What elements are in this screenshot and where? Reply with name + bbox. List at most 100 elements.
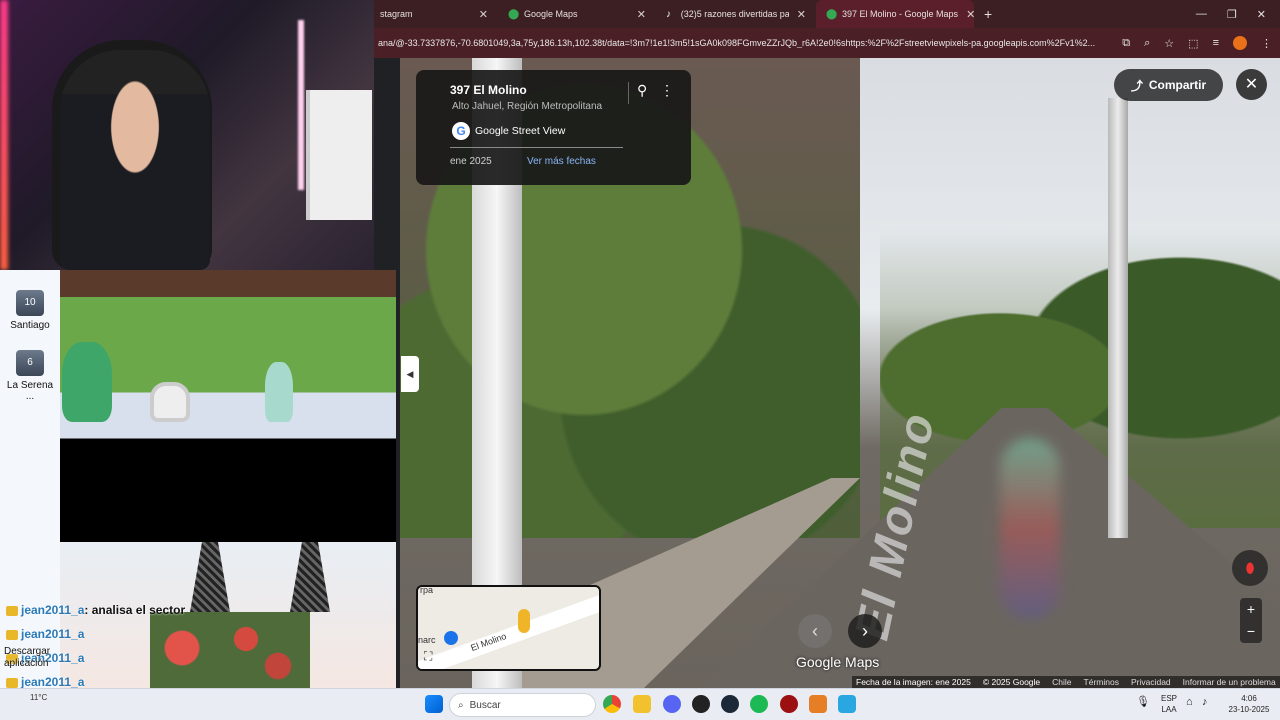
compass-icon[interactable]: ⬮ — [1232, 550, 1268, 586]
steam-icon[interactable] — [721, 695, 739, 713]
copyright: © 2025 Google — [982, 677, 1041, 687]
clock[interactable]: 4:06 23-10-2025 — [1224, 693, 1274, 715]
place-subtitle: Alto Jahuel, Región Metropolitana — [452, 101, 603, 112]
expand-map-icon[interactable]: ⛶ — [424, 649, 432, 664]
source-label: Google Street View — [475, 125, 566, 137]
language-code: ESP — [1160, 694, 1177, 703]
minimap[interactable]: rpa narc El Molino ⛶ — [416, 585, 601, 671]
taskbar-search[interactable]: ⌕ Buscar — [449, 693, 596, 717]
chrome-icon[interactable] — [603, 695, 621, 713]
microphone-icon[interactable]: 🎙 — [1136, 697, 1150, 708]
close-tab-icon[interactable]: ✕ — [629, 8, 646, 21]
zoom-in-button[interactable]: + — [1240, 598, 1262, 620]
address-bar: ana/@-33.7337876,-70.6801049,3a,75y,186.… — [370, 28, 1280, 58]
new-tab-button[interactable]: + — [974, 0, 1004, 28]
chat-message: jean2011_a: analisa el sector — [6, 603, 185, 617]
close-tab-icon[interactable]: ✕ — [789, 8, 806, 21]
close-tab-icon[interactable]: ✕ — [471, 8, 488, 21]
subscriber-badge-icon — [6, 629, 18, 640]
file-explorer-icon[interactable] — [633, 695, 651, 713]
close-window-icon[interactable]: ✕ — [1257, 8, 1266, 21]
flowers — [150, 612, 310, 688]
profile-avatar[interactable] — [1233, 36, 1247, 50]
minimize-icon[interactable]: — — [1196, 8, 1207, 21]
more-dates-link[interactable]: Ver más fechas — [527, 156, 596, 167]
report-problem-link[interactable]: Informar de un problema — [1183, 677, 1276, 687]
bookmark-star-icon[interactable]: ☆ — [1164, 37, 1174, 50]
chat-username: jean2011_a — [21, 675, 85, 689]
app-icon[interactable] — [780, 695, 798, 713]
tab-google-maps[interactable]: ⬤ Google Maps ✕ — [498, 0, 656, 28]
app-icon[interactable] — [809, 695, 827, 713]
search-placeholder: Buscar — [469, 699, 501, 711]
street-view-source[interactable]: G Google Street View — [452, 122, 565, 140]
maps-pin-icon: ⬤ — [508, 9, 520, 20]
terms-link[interactable]: Términos — [1084, 677, 1119, 687]
tab-label: stagram — [380, 9, 413, 19]
place-title: 397 El Molino — [450, 83, 527, 97]
extensions-icon[interactable]: ⬚ — [1188, 37, 1198, 50]
discord-icon[interactable] — [663, 695, 681, 713]
place-marker-icon[interactable] — [444, 631, 458, 645]
tab-label: (32)5 razones divertidas para s — [680, 9, 789, 19]
app-icon[interactable] — [692, 695, 710, 713]
capture-date: ene 2025 — [450, 156, 492, 167]
zoom-controls: + − — [1240, 598, 1262, 643]
location-pin-icon[interactable]: ⚲ — [637, 82, 647, 99]
close-tab-icon[interactable]: ✕ — [958, 8, 974, 21]
tab-tiktok[interactable]: ♪ (32)5 razones divertidas para s ✕ — [656, 0, 816, 28]
hanging-lamp — [290, 542, 330, 612]
clock-date: 23-10-2025 — [1228, 705, 1270, 714]
chat-username: jean2011_a — [21, 603, 85, 617]
chat-message: jean2011_a — [6, 675, 84, 689]
app-icon[interactable] — [838, 695, 856, 713]
lens-flare — [1000, 438, 1060, 618]
subscriber-badge-icon — [6, 677, 18, 688]
country-link[interactable]: Chile — [1052, 677, 1071, 687]
close-street-view-button[interactable]: ✕ — [1236, 69, 1267, 100]
network-icon[interactable]: ⌂ — [1186, 697, 1193, 708]
utility-pole — [1108, 98, 1128, 538]
clock-time: 4:06 — [1241, 694, 1257, 703]
tab-instagram[interactable]: stagram ✕ — [370, 0, 498, 28]
windows-start-icon[interactable] — [425, 695, 443, 713]
zoom-icon[interactable]: ⌕ — [1144, 37, 1150, 50]
more-options-icon[interactable]: ⋮ — [660, 82, 674, 99]
maximize-icon[interactable]: ❐ — [1227, 8, 1237, 21]
desktop-icon-label: La Serena ... — [6, 380, 54, 402]
download-app-label[interactable]: Descargar aplicación — [4, 646, 64, 670]
weather-temperature[interactable]: 11°C — [30, 693, 47, 702]
privacy-link[interactable]: Privacidad — [1131, 677, 1171, 687]
previous-arrow-button[interactable]: ‹ — [798, 614, 832, 648]
url-field[interactable]: ana/@-33.7337876,-70.6801049,3a,75y,186.… — [378, 38, 1112, 48]
taskbar: 11°C ⌕ Buscar 🎙 ESP LAA ⌂ ♪ 4:06 23-10-2… — [0, 688, 1280, 720]
map-footer: Fecha de la imagen: ene 2025 © 2025 Goog… — [852, 676, 1280, 688]
location-card: 397 El Molino Alto Jahuel, Región Metrop… — [416, 70, 691, 185]
desktop-icon-la-serena[interactable]: 6 La Serena ... — [4, 350, 56, 402]
minimap-label: narc — [418, 635, 436, 645]
stream-photo-table — [60, 270, 396, 542]
menu-icon[interactable]: ⋮ — [1261, 37, 1272, 50]
share-button[interactable]: ⤴ Compartir — [1114, 69, 1223, 101]
tab-el-molino[interactable]: ⬤ 397 El Molino - Google Maps ✕ — [816, 0, 974, 28]
collapse-panel-button[interactable]: ◀ — [401, 356, 419, 392]
neon-light — [298, 20, 304, 190]
desktop-strip: 10 Santiago 6 La Serena ... — [0, 270, 60, 688]
next-arrow-button[interactable]: › — [848, 614, 882, 648]
vase — [150, 382, 190, 422]
weather-widget-icon: 6 — [16, 350, 44, 376]
window-controls: — ❐ ✕ — [1196, 8, 1280, 21]
chat-username: jean2011_a — [21, 627, 85, 641]
media-control-icon[interactable]: ≡ — [1213, 37, 1219, 49]
desktop-icon-santiago[interactable]: 10 Santiago — [4, 290, 56, 331]
webcam-feed — [0, 0, 374, 270]
share-icon: ⤴ — [1130, 78, 1143, 93]
tab-label: Google Maps — [524, 9, 578, 19]
install-app-icon[interactable]: ⧉ — [1122, 37, 1130, 50]
vase — [62, 342, 112, 422]
language-indicator[interactable]: ESP LAA — [1158, 693, 1180, 715]
zoom-out-button[interactable]: − — [1240, 620, 1262, 642]
pegman-icon[interactable] — [518, 609, 530, 633]
spotify-icon[interactable] — [750, 695, 768, 713]
volume-icon[interactable]: ♪ — [1202, 697, 1208, 708]
